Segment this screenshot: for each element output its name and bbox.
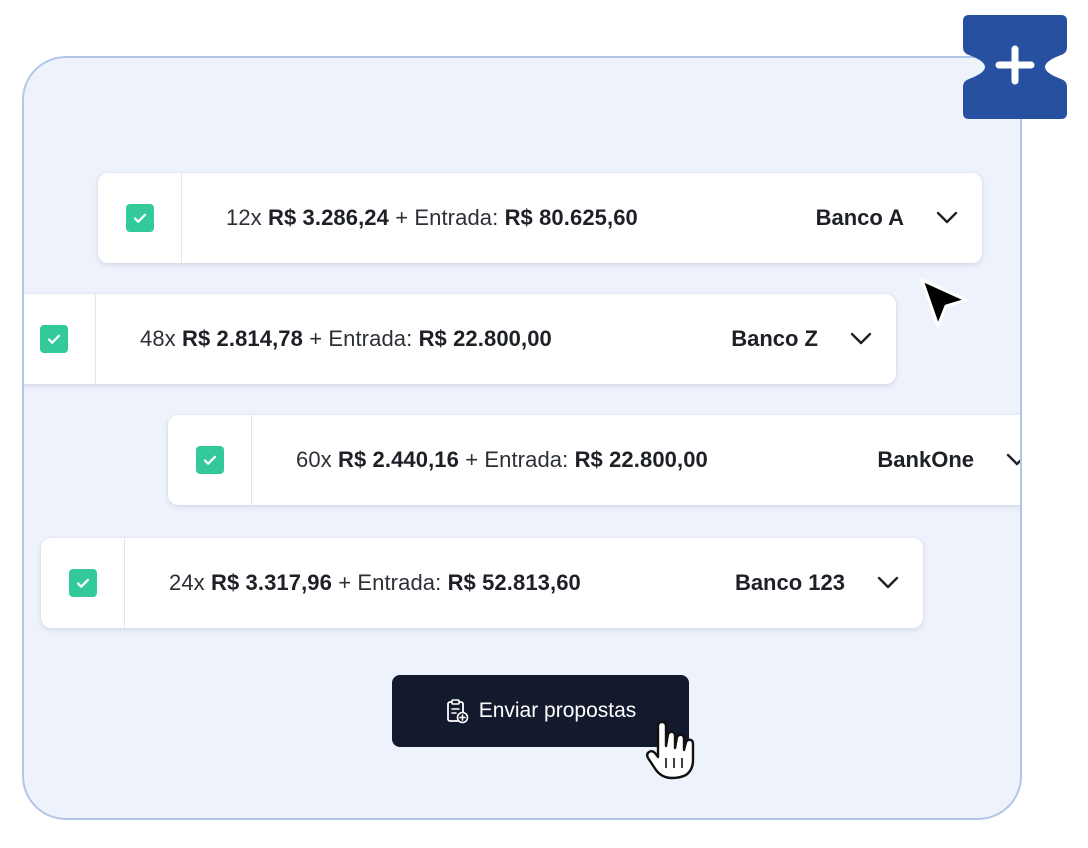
check-icon (76, 578, 89, 588)
arrow-cursor-icon (920, 278, 968, 328)
entry-label: + Entrada: (309, 326, 413, 351)
checkbox-cell (168, 415, 252, 505)
send-proposals-label: Enviar propostas (478, 699, 637, 722)
offer-checkbox[interactable] (125, 204, 154, 232)
entry-label: + Entrada: (338, 570, 442, 595)
clipboard-add-icon (446, 699, 469, 724)
offer-text: 12x R$ 3.286,24 + Entrada: R$ 80.625,60 (182, 205, 816, 231)
installment-value: R$ 2.440,16 (338, 447, 459, 472)
bank-name: Banco A (815, 205, 904, 230)
installments-count: 48x (140, 326, 176, 351)
offer-text: 48x R$ 2.814,78 + Entrada: R$ 22.800,00 (96, 326, 731, 352)
add-badge[interactable] (963, 15, 1067, 119)
entry-value: R$ 80.625,60 (504, 205, 638, 230)
check-icon (133, 213, 146, 223)
entry-value: R$ 22.800,00 (418, 326, 552, 351)
check-icon (203, 455, 216, 465)
offer-row-banco-z[interactable]: 48x R$ 2.814,78 + Entrada: R$ 22.800,00 … (24, 294, 896, 384)
installment-value: R$ 3.286,24 (268, 205, 389, 230)
offer-row-bankone[interactable]: 60x R$ 2.440,16 + Entrada: R$ 22.800,00 … (168, 415, 1020, 505)
bank-name: Banco Z (731, 326, 818, 351)
checkbox-cell (24, 294, 96, 384)
check-icon (47, 334, 60, 344)
chevron-down-icon[interactable] (934, 205, 960, 231)
chevron-down-icon[interactable] (875, 570, 901, 596)
installments-count: 24x (169, 570, 205, 595)
offer-row-banco-123[interactable]: 24x R$ 3.317,96 + Entrada: R$ 52.813,60 … (41, 538, 923, 628)
hand-pointer-icon (646, 720, 695, 780)
proposals-panel: 12x R$ 3.286,24 + Entrada: R$ 80.625,60 … (22, 56, 1022, 820)
plus-icon (963, 15, 1067, 119)
chevron-down-icon[interactable] (1004, 447, 1020, 473)
offer-text: 60x R$ 2.440,16 + Entrada: R$ 22.800,00 (252, 447, 877, 473)
installment-value: R$ 3.317,96 (211, 570, 332, 595)
checkbox-cell (98, 173, 182, 263)
entry-value: R$ 52.813,60 (447, 570, 581, 595)
chevron-down-icon[interactable] (848, 326, 874, 352)
offer-checkbox[interactable] (68, 569, 97, 597)
entry-value: R$ 22.800,00 (574, 447, 708, 472)
entry-label: + Entrada: (395, 205, 499, 230)
checkbox-cell (41, 538, 125, 628)
offer-checkbox[interactable] (195, 446, 224, 474)
offer-text: 24x R$ 3.317,96 + Entrada: R$ 52.813,60 (125, 570, 735, 596)
installment-value: R$ 2.814,78 (182, 326, 303, 351)
offer-checkbox[interactable] (39, 325, 68, 353)
installments-count: 12x (226, 205, 262, 230)
offer-row-banco-a[interactable]: 12x R$ 3.286,24 + Entrada: R$ 80.625,60 … (98, 173, 982, 263)
bank-name: Banco 123 (734, 570, 845, 595)
installments-count: 60x (296, 447, 332, 472)
entry-label: + Entrada: (465, 447, 569, 472)
bank-name: BankOne (877, 447, 974, 472)
